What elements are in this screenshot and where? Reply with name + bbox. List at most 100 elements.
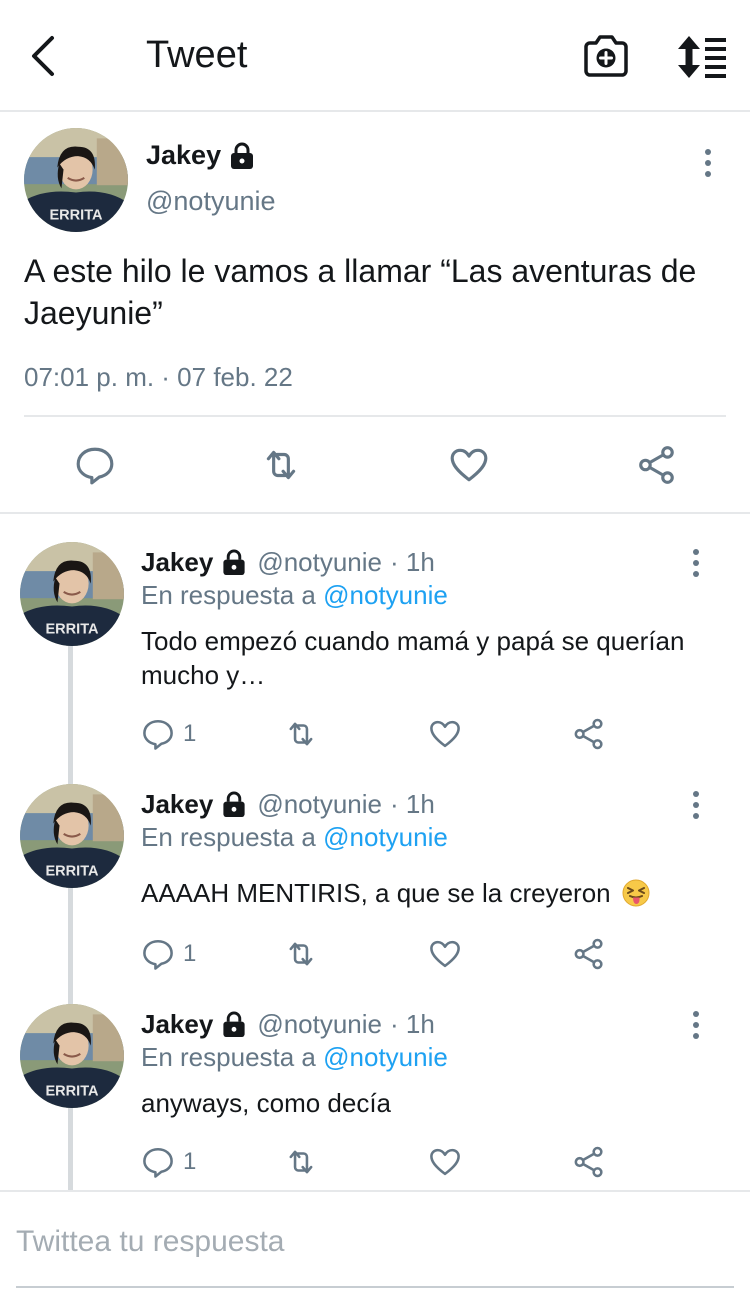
author-handle[interactable]: @notyunie [257, 1009, 382, 1040]
reply-to-link[interactable]: @notyunie [323, 822, 448, 852]
share-button[interactable] [572, 714, 606, 754]
chevron-left-icon [32, 36, 54, 76]
reply-prefix: En respuesta a [141, 1042, 324, 1072]
reply-count: 1 [183, 720, 197, 747]
reply-button[interactable]: 1 [141, 714, 196, 754]
retweet-button[interactable] [284, 1142, 318, 1182]
reply-header: Jakey @notyunie · 1h [141, 789, 435, 820]
reply-text: Todo empezó cuando mamá y papá se quería… [141, 626, 685, 690]
heart-icon [428, 717, 462, 751]
reply-time: · 1h [390, 547, 435, 577]
more-dot-icon [693, 571, 699, 577]
avatar[interactable] [20, 542, 124, 646]
author-name-row[interactable]: Jakey [146, 140, 255, 171]
profile-photo [20, 542, 124, 646]
like-button[interactable] [428, 934, 462, 974]
sort-list-icon [678, 36, 726, 78]
author-name[interactable]: Jakey [141, 789, 213, 820]
avatar[interactable] [20, 784, 124, 888]
retweet-icon [260, 444, 302, 486]
comment-icon [141, 717, 175, 751]
comment-icon [74, 444, 116, 486]
sort-button[interactable] [676, 34, 728, 80]
retweet-button[interactable] [284, 934, 318, 974]
thread-line [68, 1108, 73, 1190]
camera-button[interactable] [582, 34, 630, 80]
retweet-icon [284, 937, 318, 971]
profile-photo [20, 784, 124, 888]
reply-input[interactable] [16, 1220, 732, 1264]
reply-count: 1 [183, 1148, 197, 1175]
more-dot-icon [705, 160, 711, 166]
share-icon [572, 937, 606, 971]
reply-header: Jakey @notyunie · 1h [141, 1009, 435, 1040]
reply-button[interactable]: 1 [141, 934, 196, 974]
author-handle[interactable]: @notyunie [257, 547, 382, 578]
reply-header: Jakey @notyunie · 1h [141, 547, 435, 578]
reply-actions: 1 [141, 934, 621, 974]
more-dot-icon [693, 1022, 699, 1028]
profile-photo [24, 128, 128, 232]
reply-context: En respuesta a @notyunie [141, 1042, 448, 1073]
like-button[interactable] [428, 1142, 462, 1182]
reply-prefix: En respuesta a [141, 822, 324, 852]
reply-prefix: En respuesta a [141, 580, 324, 610]
lock-icon [221, 1011, 247, 1038]
lock-icon [229, 142, 255, 170]
share-button[interactable] [572, 1142, 606, 1182]
more-options-button[interactable] [686, 1008, 706, 1042]
reply-actions: 1 [141, 1142, 621, 1182]
more-dot-icon [693, 791, 699, 797]
tweet-text: A este hilo le vamos a llamar “Las avent… [24, 253, 697, 331]
top-bar: Tweet [0, 0, 750, 112]
more-options-button[interactable] [686, 788, 706, 822]
author-name[interactable]: Jakey [141, 547, 213, 578]
back-button[interactable] [26, 34, 66, 78]
share-button[interactable] [636, 444, 678, 486]
more-options-button[interactable] [686, 546, 706, 580]
reply-text: AAAAH MENTIRIS, a que se la creyeron [141, 878, 611, 908]
heart-icon [448, 444, 490, 486]
share-icon [572, 717, 606, 751]
main-tweet: Jakey @notyunie A este hilo le vamos a l… [0, 114, 750, 514]
share-button[interactable] [572, 934, 606, 974]
retweet-button[interactable] [284, 714, 318, 754]
author-name[interactable]: Jakey [141, 1009, 213, 1040]
more-options-button[interactable] [698, 146, 718, 180]
like-button[interactable] [428, 714, 462, 754]
heart-icon [428, 1145, 462, 1179]
more-dot-icon [693, 1011, 699, 1017]
comment-icon [141, 1145, 175, 1179]
author-handle[interactable]: @notyunie [257, 789, 382, 820]
retweet-button[interactable] [260, 444, 302, 486]
tongue-squint-emoji [622, 879, 650, 907]
camera-plus-icon [584, 35, 628, 77]
author-name: Jakey [146, 140, 222, 170]
reply-count: 1 [183, 940, 197, 967]
avatar[interactable] [20, 1004, 124, 1108]
reply-button[interactable] [74, 444, 116, 486]
avatar[interactable] [24, 128, 128, 232]
page-title: Tweet [146, 34, 248, 76]
more-dot-icon [693, 802, 699, 808]
reply-tweet[interactable]: Jakey @notyunie · 1h En respuesta a @not… [0, 542, 750, 784]
author-handle[interactable]: @notyunie [146, 186, 276, 217]
reply-context: En respuesta a @notyunie [141, 580, 448, 611]
more-dot-icon [705, 171, 711, 177]
comment-icon [141, 937, 175, 971]
like-button[interactable] [448, 444, 490, 486]
reply-tweet[interactable]: Jakey @notyunie · 1h En respuesta a @not… [0, 784, 750, 1004]
input-underline [16, 1286, 734, 1288]
tweet-timestamp[interactable]: 07:01 p. m. · 07 feb. 22 [24, 362, 293, 393]
share-icon [636, 444, 678, 486]
reply-actions: 1 [141, 714, 621, 754]
reply-time: · 1h [390, 1009, 435, 1039]
reply-text-row: AAAAH MENTIRIS, a que se la creyeron [141, 876, 711, 910]
reply-tweet[interactable]: Jakey @notyunie · 1h En respuesta a @not… [0, 1004, 750, 1190]
retweet-icon [284, 717, 318, 751]
reply-to-link[interactable]: @notyunie [323, 580, 448, 610]
more-dot-icon [705, 149, 711, 155]
reply-to-link[interactable]: @notyunie [323, 1042, 448, 1072]
divider [24, 415, 726, 417]
reply-button[interactable]: 1 [141, 1142, 196, 1182]
